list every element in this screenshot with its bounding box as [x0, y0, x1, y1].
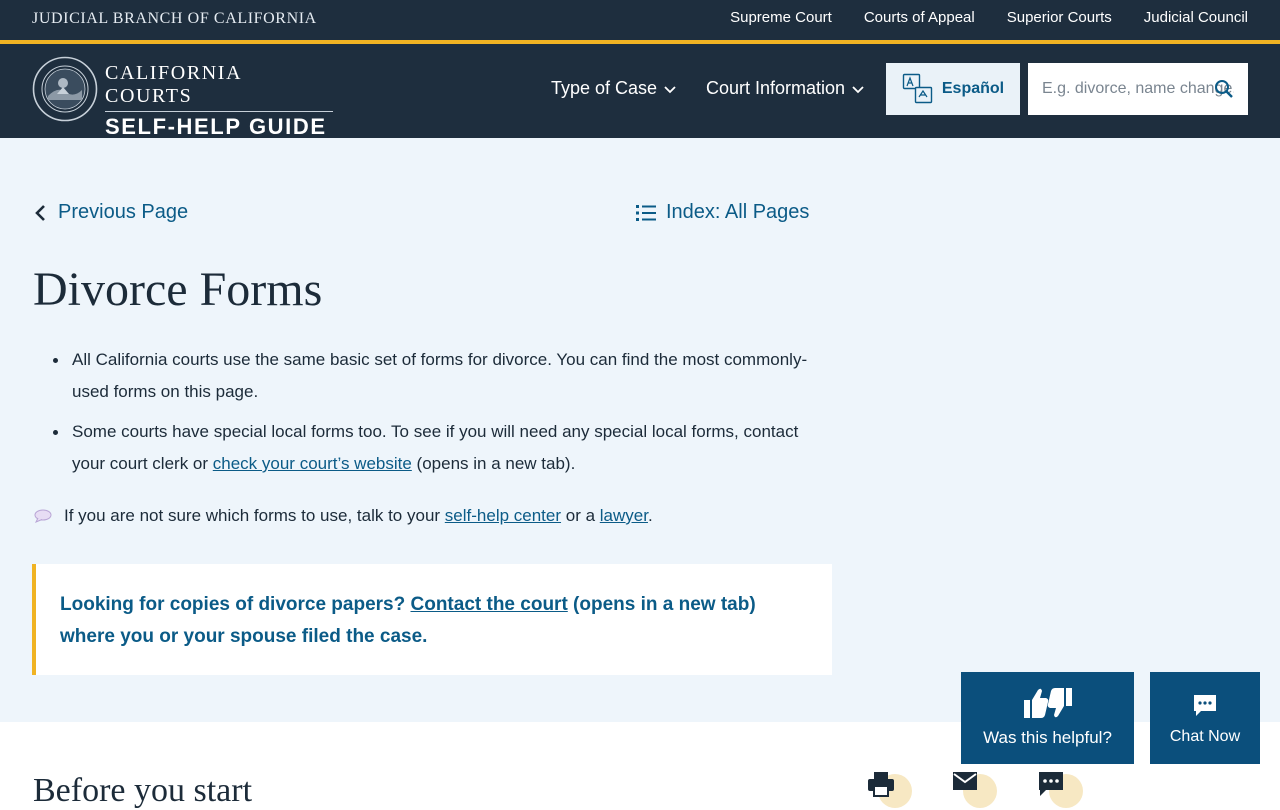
thumbs-up-down-icon — [1024, 688, 1072, 718]
chat-now-widget[interactable]: Chat Now — [1150, 672, 1260, 764]
copies-callout: Looking for copies of divorce papers? Co… — [32, 564, 832, 675]
supreme-court-link[interactable]: Supreme Court — [730, 9, 832, 26]
previous-page-label: Previous Page — [58, 201, 189, 223]
email-icon — [953, 772, 977, 790]
espanol-label: Español — [941, 80, 1005, 97]
chat-bubble-icon — [1194, 695, 1216, 716]
email-button[interactable] — [951, 770, 997, 810]
brand-wordmark[interactable]: CALIFORNIA COURTS SELF-HELP GUIDE — [105, 62, 333, 140]
speech-bubble-icon — [34, 509, 52, 523]
previous-page-link[interactable]: Previous Page — [34, 201, 188, 224]
text-message-icon — [1039, 772, 1063, 796]
site-header: CALIFORNIA COURTS SELF-HELP GUIDE Type o… — [0, 44, 1280, 140]
espanol-language-button[interactable]: Español — [886, 63, 1020, 115]
tip-text-before: If you are not sure which forms to use, … — [64, 506, 445, 525]
was-this-helpful-label: Was this helpful? — [983, 728, 1112, 747]
check-court-website-link[interactable]: check your court’s website — [213, 454, 412, 473]
list-icon — [636, 204, 656, 221]
superior-courts-link[interactable]: Superior Courts — [1007, 9, 1112, 26]
nav-court-information[interactable]: Court Information — [706, 78, 865, 99]
callout-text-before: Looking for copies of divorce papers? — [60, 594, 411, 615]
chat-now-label: Chat Now — [1169, 728, 1241, 745]
page-title: Divorce Forms — [33, 263, 323, 316]
contact-the-court-link[interactable]: Contact the court — [411, 594, 568, 615]
nav-type-of-case-label: Type of Case — [551, 78, 658, 98]
judicial-council-link[interactable]: Judicial Council — [1144, 9, 1248, 26]
judicial-branch-label[interactable]: JUDICIAL BRANCH OF CALIFORNIA — [32, 10, 317, 28]
tip-text-middle: or a — [561, 506, 600, 525]
was-this-helpful-widget[interactable]: Was this helpful? — [961, 672, 1134, 764]
california-judicial-council-seal[interactable] — [32, 56, 98, 122]
index-all-pages-link[interactable]: Index: All Pages — [636, 201, 809, 224]
print-icon — [868, 772, 894, 797]
nav-type-of-case[interactable]: Type of Case — [551, 78, 677, 99]
translate-icon — [902, 73, 933, 104]
search-icon[interactable] — [1214, 79, 1234, 99]
top-links: Supreme Court Courts of Appeal Superior … — [730, 9, 1248, 26]
intro-bullets: All California courts use the same basic… — [53, 344, 832, 488]
top-utility-bar: JUDICIAL BRANCH OF CALIFORNIA Supreme Co… — [0, 0, 1280, 44]
tip-text: If you are not sure which forms to use, … — [64, 504, 653, 528]
chevron-left-icon — [35, 204, 45, 221]
brand-line-1: CALIFORNIA COURTS — [105, 62, 333, 112]
section-title: Before you start — [33, 772, 253, 809]
tip-line: If you are not sure which forms to use, … — [34, 504, 653, 528]
print-button[interactable] — [866, 770, 912, 810]
chevron-down-icon — [852, 86, 864, 94]
chevron-down-icon — [664, 86, 676, 94]
nav-court-information-label: Court Information — [706, 78, 846, 98]
courts-of-appeal-link[interactable]: Courts of Appeal — [864, 9, 975, 26]
self-help-center-link[interactable]: self-help center — [445, 506, 561, 525]
text-message-button[interactable] — [1037, 770, 1083, 810]
list-item: Some courts have special local forms too… — [53, 416, 832, 480]
tip-text-after: . — [647, 506, 653, 525]
list-item: All California courts use the same basic… — [53, 344, 832, 408]
bullet-text-after: (opens in a new tab). — [411, 454, 576, 473]
index-all-pages-label: Index: All Pages — [666, 201, 810, 223]
lawyer-link[interactable]: lawyer — [600, 506, 648, 525]
main-content: Previous Page Index: All Pages Divorce F… — [0, 138, 1280, 722]
brand-line-2: SELF-HELP GUIDE — [105, 114, 327, 139]
site-search — [1028, 63, 1248, 115]
bullet-text: All California courts use the same basic… — [72, 350, 808, 401]
